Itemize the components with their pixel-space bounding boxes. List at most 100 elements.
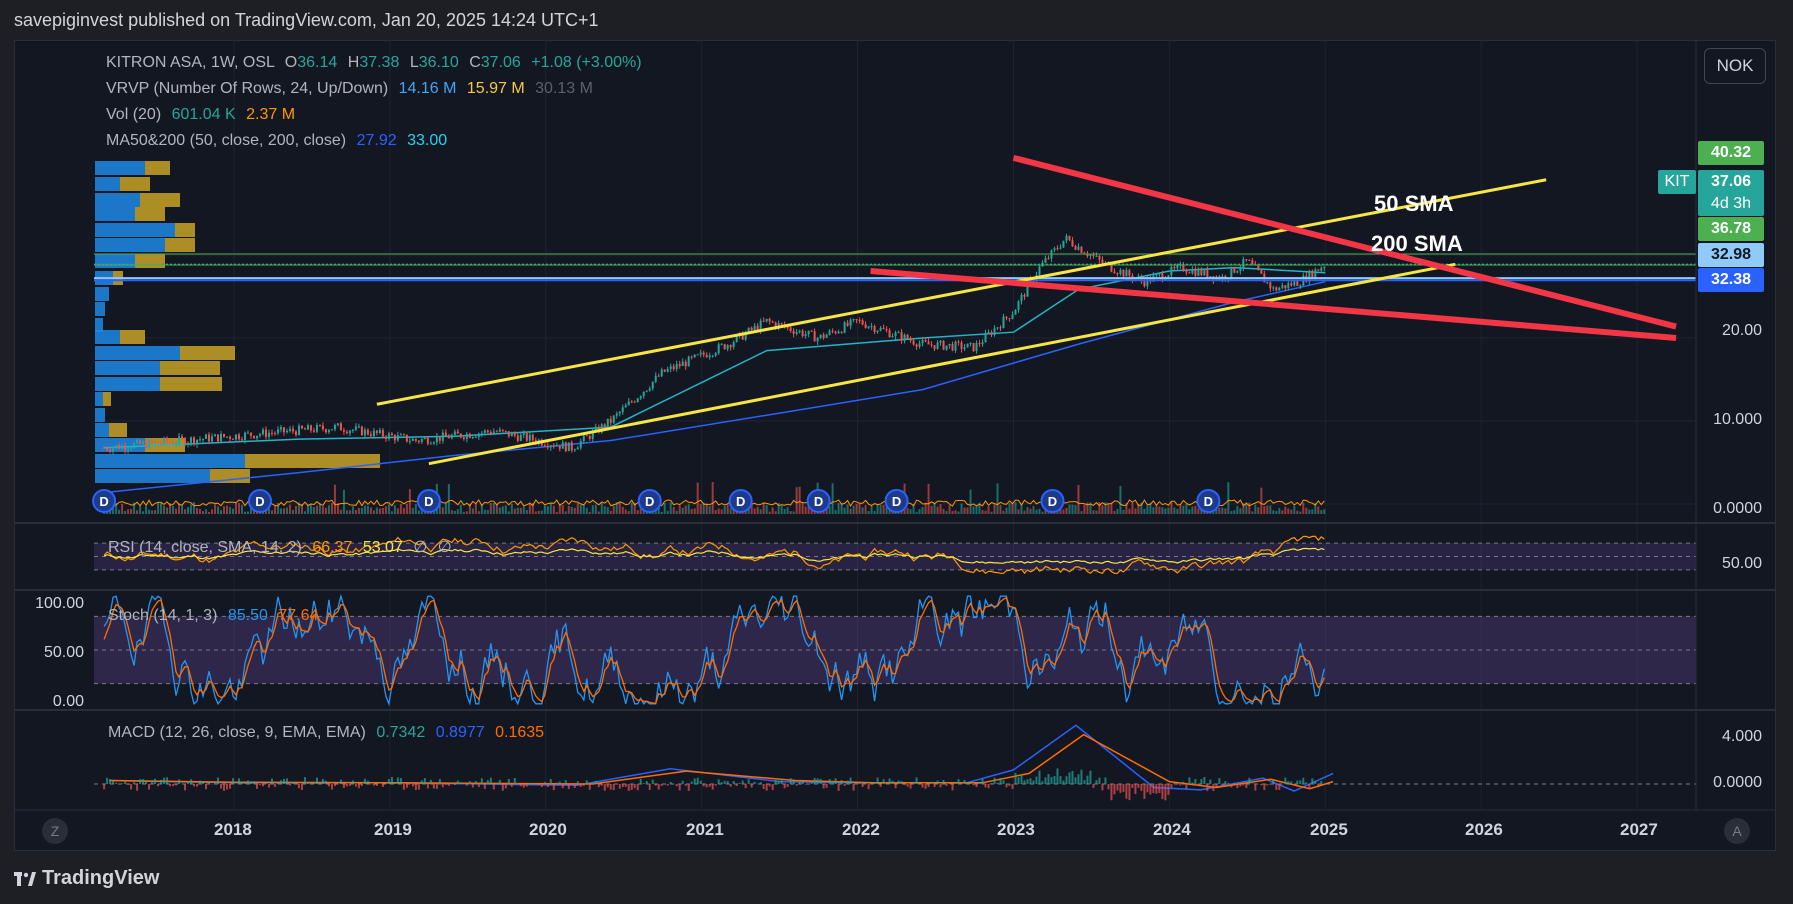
candle-body xyxy=(972,342,975,352)
macd-histogram-bar xyxy=(1119,784,1122,793)
macd-histogram-bar xyxy=(519,784,522,787)
volume-bar xyxy=(936,506,939,514)
candle-body xyxy=(561,442,564,449)
macd-histogram-bar xyxy=(1107,784,1110,790)
candle-body xyxy=(903,334,906,341)
candle-body xyxy=(819,334,822,338)
macd-histogram-bar xyxy=(1005,784,1008,788)
volume-bar xyxy=(1155,505,1158,514)
volume-bar xyxy=(1092,510,1095,514)
volume-bar xyxy=(1131,502,1134,514)
macd-histogram-bar xyxy=(549,778,552,784)
volume-bar xyxy=(381,507,384,514)
candle-body xyxy=(828,330,831,335)
macd-histogram-bar xyxy=(891,780,894,784)
volume-bar xyxy=(1293,506,1296,514)
macd-histogram-bar xyxy=(720,782,723,784)
volume-bar xyxy=(489,503,492,514)
macd-histogram-bar xyxy=(1053,776,1056,784)
volume-bar xyxy=(205,509,208,514)
volume-bar xyxy=(504,505,507,514)
macd-histogram-bar xyxy=(1215,784,1218,787)
volume-bar xyxy=(834,510,837,514)
candle-body xyxy=(567,442,570,452)
macd-histogram-bar xyxy=(1284,777,1287,784)
volume-bar xyxy=(303,511,306,514)
candle-body xyxy=(1281,285,1284,288)
macd-histogram-bar xyxy=(240,781,243,784)
vrvp-label[interactable]: VRVP (Number Of Rows, 24, Up/Down) xyxy=(106,80,388,97)
candle-body xyxy=(954,341,957,351)
symbol-name[interactable]: KITRON ASA, 1W, OSL xyxy=(106,54,274,71)
macd-histogram-bar xyxy=(729,784,732,787)
ma-label[interactable]: MA50&200 (50, close, 200, close) xyxy=(106,132,346,149)
macd-histogram-bar xyxy=(1140,784,1143,791)
volume-bar xyxy=(211,509,214,514)
candle-body xyxy=(963,347,966,349)
candle-body xyxy=(1242,259,1245,268)
candle-body xyxy=(831,330,834,332)
candle-body xyxy=(1158,273,1161,275)
volume-bar xyxy=(774,511,777,514)
volume-bar xyxy=(291,509,294,514)
currency-button[interactable]: NOK xyxy=(1704,48,1766,84)
vol-label[interactable]: Vol (20) xyxy=(106,106,161,123)
macd-histogram-bar xyxy=(573,784,576,788)
volume-bar xyxy=(510,503,513,514)
macd-histogram-bar xyxy=(1095,780,1098,784)
volume-bar xyxy=(798,486,801,514)
macd-histogram-bar xyxy=(831,781,834,784)
volume-bar xyxy=(1251,511,1254,514)
candle-body xyxy=(1311,270,1314,278)
volume-bar xyxy=(687,504,690,514)
zoom-reset-button[interactable]: Z xyxy=(42,818,68,844)
high-value: 37.38 xyxy=(359,54,400,71)
countdown-tag: 4d 3h xyxy=(1698,192,1764,216)
macd-histogram-bar xyxy=(495,782,498,784)
macd-histogram-bar xyxy=(1122,784,1125,792)
rsi-legend: RSI (14, close, SMA, 14, 2) 66.37 53.07 … xyxy=(108,537,452,557)
sma200-annotation: 200 SMA xyxy=(1371,231,1463,256)
time-tick: 2019 xyxy=(374,820,412,839)
macd-label[interactable]: MACD (12, 26, close, 9, EMA, EMA) xyxy=(108,724,366,741)
macd-histogram-bar xyxy=(909,784,912,789)
macd-histogram-bar xyxy=(360,784,363,786)
macd-histogram-bar xyxy=(579,784,582,787)
macd-histogram-bar xyxy=(291,781,294,784)
volume-bar xyxy=(492,502,495,514)
macd-histogram-bar xyxy=(438,778,441,784)
macd-histogram-bar xyxy=(684,784,687,786)
candle-body xyxy=(792,330,795,334)
candle-body xyxy=(549,445,552,448)
auto-scale-button[interactable]: A xyxy=(1724,818,1750,844)
volume-bar xyxy=(1083,504,1086,514)
candle-body xyxy=(930,344,933,346)
open-value: 36.14 xyxy=(297,54,338,71)
candle-body xyxy=(327,430,330,433)
candle-body xyxy=(1125,270,1128,277)
candle-body xyxy=(1065,235,1068,241)
candle-body xyxy=(264,429,267,437)
stoch-label[interactable]: Stoch (14, 1, 3) xyxy=(108,607,217,624)
candle-body xyxy=(582,435,585,441)
volume-bar xyxy=(753,508,756,514)
rsi-label[interactable]: RSI (14, close, SMA, 14, 2) xyxy=(108,539,302,556)
candle-body xyxy=(936,342,939,350)
candle-body xyxy=(588,435,591,439)
volume-bar xyxy=(1311,509,1314,514)
candle-body xyxy=(375,430,378,433)
candle-body xyxy=(1197,269,1200,276)
vrvp-down-row xyxy=(120,177,150,191)
volume-bar xyxy=(190,504,193,514)
macd-histogram-bar xyxy=(504,784,507,789)
candle-body xyxy=(1020,294,1023,302)
volume-bar xyxy=(1161,507,1164,514)
volume-bar xyxy=(852,505,855,514)
volume-bar xyxy=(237,502,240,514)
candle-body xyxy=(669,366,672,369)
volume-bar xyxy=(1146,505,1149,514)
macd-histogram-bar xyxy=(465,784,468,786)
volume-bar xyxy=(582,504,585,514)
candle-body xyxy=(918,343,921,347)
vrvp-up: 14.16 M xyxy=(398,80,457,97)
